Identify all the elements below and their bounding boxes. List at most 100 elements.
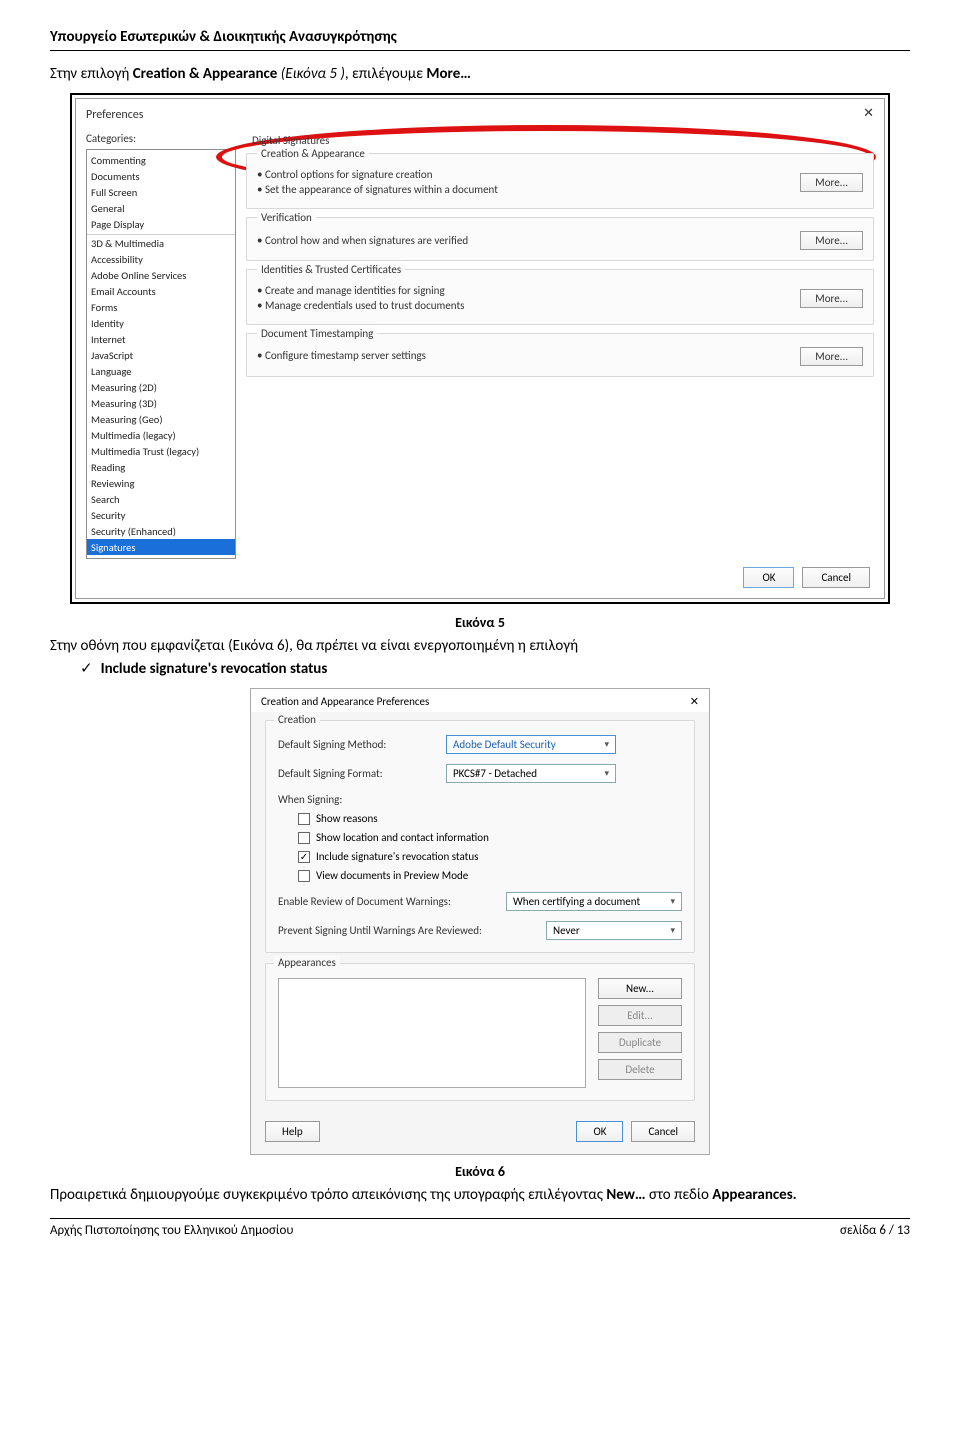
- appearances-listbox[interactable]: [278, 978, 586, 1088]
- category-item[interactable]: Multimedia (legacy): [87, 427, 235, 443]
- category-item[interactable]: Email Accounts: [87, 283, 235, 299]
- s1-bullet2: Set the appearance of signatures within …: [257, 182, 498, 197]
- body-paragraph-3: Προαιρετικά δημιουργούμε συγκεκριμένο τρ…: [50, 1186, 910, 1204]
- s3-bullet1: Create and manage identities for signing: [257, 283, 464, 298]
- category-item[interactable]: General: [87, 200, 235, 216]
- check-text: Include signature's revocation status: [101, 660, 328, 678]
- category-item[interactable]: Identity: [87, 315, 235, 331]
- edit-appearance-button[interactable]: Edit...: [598, 1005, 682, 1026]
- default-method-label: Default Signing Method:: [278, 738, 438, 751]
- chevron-down-icon: ▾: [604, 768, 609, 779]
- identities-section: Identities & Trusted Certificates Create…: [246, 269, 874, 325]
- body3-post: στο πεδίο: [646, 1186, 713, 1204]
- intro-more: More…: [426, 65, 471, 83]
- category-item[interactable]: JavaScript: [87, 347, 235, 363]
- prevent-signing-combo[interactable]: Never ▾: [546, 921, 682, 940]
- figure5-caption: Εικόνα 5: [50, 614, 910, 631]
- close-icon[interactable]: ✕: [863, 105, 874, 121]
- creation-appearance-section: Creation & Appearance Control options fo…: [246, 153, 874, 209]
- category-item[interactable]: Signatures: [87, 539, 235, 555]
- footer-right: σελίδα 6 / 13: [840, 1223, 910, 1238]
- digital-signatures-header: Digital Signatures: [252, 134, 874, 147]
- review-warnings-label: Enable Review of Document Warnings:: [278, 895, 498, 908]
- duplicate-appearance-button[interactable]: Duplicate: [598, 1032, 682, 1053]
- chk3-label: Include signature's revocation status: [316, 850, 478, 863]
- show-location-checkbox[interactable]: Show location and contact information: [298, 831, 682, 844]
- more-button-identities[interactable]: More...: [800, 289, 863, 308]
- category-item[interactable]: Search: [87, 491, 235, 507]
- delete-appearance-button[interactable]: Delete: [598, 1059, 682, 1080]
- category-item[interactable]: Adobe Online Services: [87, 267, 235, 283]
- categories-listbox[interactable]: CommentingDocumentsFull ScreenGeneralPag…: [86, 149, 236, 559]
- intro-bold: Creation & Appearance: [133, 65, 281, 83]
- chevron-down-icon: ▾: [670, 896, 675, 907]
- more-button-creation[interactable]: More...: [800, 173, 863, 192]
- s1-bullet1: Control options for signature creation: [257, 167, 498, 182]
- body3-new: New…: [606, 1186, 645, 1204]
- chk1-label: Show reasons: [316, 812, 378, 825]
- review-warnings-combo[interactable]: When certifying a document ▾: [506, 892, 682, 911]
- footer-left: Αρχής Πιστοποίησης του Ελληνικού Δημοσίο…: [50, 1223, 293, 1238]
- checklist-line: ✓Include signature's revocation status: [80, 659, 910, 678]
- chk2-label: Show location and contact information: [316, 831, 489, 844]
- category-item[interactable]: 3D & Multimedia: [87, 235, 235, 251]
- creation-group: Creation Default Signing Method: Adobe D…: [265, 720, 695, 953]
- category-item[interactable]: Spelling: [87, 555, 235, 559]
- help-button[interactable]: Help: [265, 1121, 320, 1142]
- category-item[interactable]: Full Screen: [87, 184, 235, 200]
- body3-pre: Προαιρετικά δημιουργούμε συγκεκριμένο τρ…: [50, 1186, 606, 1204]
- review-warnings-value: When certifying a document: [513, 895, 640, 908]
- creation-appearance-legend: Creation & Appearance: [257, 147, 369, 160]
- category-item[interactable]: Forms: [87, 299, 235, 315]
- default-format-combo[interactable]: PKCS#7 - Detached ▾: [446, 764, 616, 783]
- category-item[interactable]: Internet: [87, 331, 235, 347]
- body-paragraph-2: Στην οθόνη που εμφανίζεται (Εικόνα 6), θ…: [50, 637, 910, 655]
- category-item[interactable]: Multimedia Trust (legacy): [87, 443, 235, 459]
- category-item[interactable]: Commenting: [87, 152, 235, 168]
- categories-label: Categories:: [86, 132, 236, 145]
- cancel-button[interactable]: Cancel: [631, 1121, 695, 1142]
- timestamping-section: Document Timestamping Configure timestam…: [246, 333, 874, 377]
- new-appearance-button[interactable]: New...: [598, 978, 682, 999]
- category-item[interactable]: Measuring (Geo): [87, 411, 235, 427]
- ok-button[interactable]: OK: [576, 1121, 623, 1142]
- verification-legend: Verification: [257, 211, 316, 224]
- category-item[interactable]: Security (Enhanced): [87, 523, 235, 539]
- default-method-combo[interactable]: Adobe Default Security ▾: [446, 735, 616, 754]
- body3-appearances: Appearances.: [712, 1186, 796, 1204]
- show-reasons-checkbox[interactable]: Show reasons: [298, 812, 682, 825]
- close-icon[interactable]: ✕: [690, 695, 699, 708]
- ok-button[interactable]: OK: [743, 567, 794, 588]
- default-format-label: Default Signing Format:: [278, 767, 438, 780]
- intro-italic: (Εικόνα 5 ): [281, 65, 345, 83]
- category-item[interactable]: Measuring (2D): [87, 379, 235, 395]
- intro-paragraph: Στην επιλογή Creation & Appearance (Εικό…: [50, 65, 910, 83]
- preview-mode-checkbox[interactable]: View documents in Preview Mode: [298, 869, 682, 882]
- more-button-timestamp[interactable]: More...: [800, 347, 863, 366]
- doc-header: Υπουργείο Εσωτερικών & Διοικητικής Ανασυ…: [50, 28, 910, 51]
- category-item[interactable]: Security: [87, 507, 235, 523]
- category-item[interactable]: Language: [87, 363, 235, 379]
- chevron-down-icon: ▾: [670, 925, 675, 936]
- s3-bullet2: Manage credentials used to trust documen…: [257, 298, 464, 313]
- default-method-value: Adobe Default Security: [453, 738, 556, 751]
- category-item[interactable]: Page Display: [87, 216, 235, 232]
- s4-bullet1: Configure timestamp server settings: [257, 348, 426, 363]
- creation-group-legend: Creation: [274, 713, 320, 726]
- appearances-group-legend: Appearances: [274, 956, 340, 969]
- include-revocation-checkbox[interactable]: ✓Include signature's revocation status: [298, 850, 682, 863]
- more-button-verification[interactable]: More...: [800, 231, 863, 250]
- category-item[interactable]: Documents: [87, 168, 235, 184]
- doc-footer: Αρχής Πιστοποίησης του Ελληνικού Δημοσίο…: [50, 1218, 910, 1238]
- timestamping-legend: Document Timestamping: [257, 327, 377, 340]
- preferences-dialog-figure: Preferences ✕ Categories: CommentingDocu…: [70, 93, 890, 604]
- s2-bullet1: Control how and when signatures are veri…: [257, 233, 468, 248]
- category-item[interactable]: Reviewing: [87, 475, 235, 491]
- category-item[interactable]: Measuring (3D): [87, 395, 235, 411]
- category-item[interactable]: Reading: [87, 459, 235, 475]
- when-signing-label: When Signing:: [278, 793, 438, 806]
- chevron-down-icon: ▾: [604, 739, 609, 750]
- cancel-button[interactable]: Cancel: [802, 567, 870, 588]
- category-item[interactable]: Accessibility: [87, 251, 235, 267]
- intro-post: , επιλέγουμε: [345, 65, 426, 83]
